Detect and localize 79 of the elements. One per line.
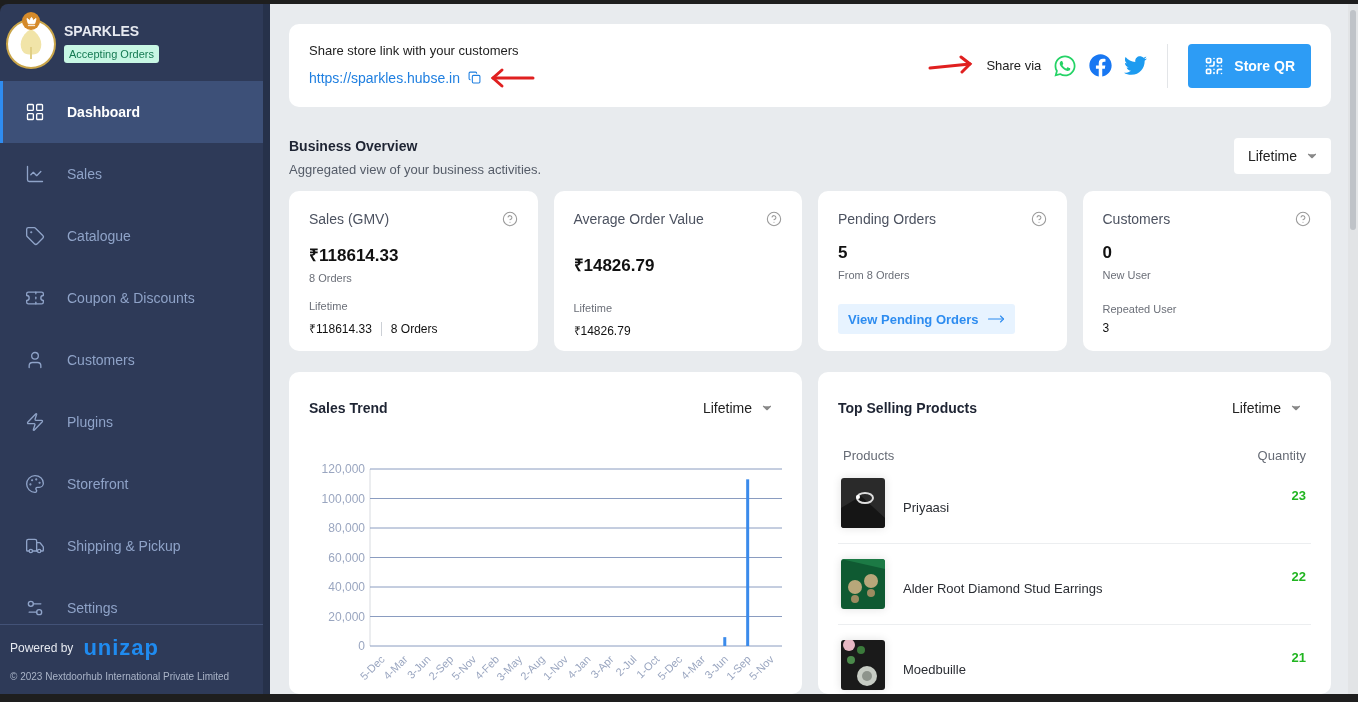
stat-footer-label: Lifetime [309, 300, 349, 312]
card-title: Top Selling Products [838, 400, 977, 416]
axis-label: 20,000 [328, 609, 365, 624]
truck-icon [25, 536, 45, 556]
stat-value: ₹118614.33 [309, 245, 400, 266]
axis-label: 40,000 [328, 580, 365, 594]
palette-icon [25, 474, 45, 494]
stat-title: Pending Orders [838, 211, 937, 227]
section-title: Business Overview [289, 138, 419, 154]
axis-label: 120,000 [321, 462, 365, 476]
stat-value: 5 [838, 243, 849, 263]
sidebar-item[interactable]: Shipping & Pickup [0, 515, 263, 577]
axis-label: 60,000 [328, 550, 365, 565]
card-title: Sales Trend [309, 400, 388, 416]
facebook-icon[interactable] [1089, 54, 1113, 77]
tag-icon [25, 226, 45, 246]
line-chart-icon [25, 164, 45, 184]
view-pending-orders-button[interactable]: View Pending Orders [838, 304, 1015, 334]
brand-logo: unizap [83, 637, 160, 659]
axis-label: 0 [358, 639, 365, 653]
stat-note: 8 Orders [309, 272, 353, 284]
sidebar-item[interactable]: Plugins [0, 391, 263, 453]
stat-title: Average Order Value [573, 211, 704, 227]
stat-value: 0 [1102, 243, 1113, 263]
qr-code-icon [1204, 55, 1225, 76]
stat-title: Customers [1102, 211, 1171, 227]
sidebar-item[interactable]: Sales [0, 143, 263, 205]
help-icon[interactable] [766, 211, 782, 227]
stat-footer-label: Repeated User [1102, 303, 1178, 315]
stat-footer-value: 8 Orders [390, 321, 438, 336]
powered-by-label: Powered by [10, 641, 74, 655]
product-quantity: 22 [1291, 569, 1306, 584]
period-dropdown[interactable]: Lifetime [1233, 138, 1331, 174]
sidebar-item[interactable]: Catalogue [0, 205, 263, 267]
stat-note: From 8 Orders [838, 269, 911, 281]
copy-icon[interactable] [468, 71, 481, 84]
sidebar-item[interactable]: Customers [0, 329, 263, 391]
product-name: Moedbuille [903, 660, 967, 677]
share-title: Share store link with your customers [309, 42, 520, 58]
lightning-icon [25, 412, 45, 432]
store-link[interactable]: https://sparkles.hubse.in [309, 69, 460, 86]
whatsapp-icon[interactable] [1053, 53, 1078, 78]
twitter-icon[interactable] [1124, 54, 1148, 77]
period-dropdown[interactable]: Lifetime [688, 390, 782, 426]
product-quantity: 21 [1291, 650, 1306, 665]
stat-footer-label: Lifetime [573, 302, 614, 314]
stat-note: New User [1102, 269, 1152, 281]
section-subtitle: Aggregated view of your business activities. [289, 162, 542, 177]
dashboard-icon [25, 102, 45, 122]
chart-bar [723, 637, 727, 646]
axis-label: 100,000 [321, 491, 365, 506]
stat-value: ₹14826.79 [573, 255, 656, 276]
product-quantity: 23 [1291, 488, 1306, 503]
column-header: Quantity [1257, 448, 1306, 463]
status-badge: Accepting Orders [64, 45, 159, 63]
axis-label: 80,000 [328, 521, 365, 535]
help-icon[interactable] [1295, 211, 1311, 227]
column-header: Products [843, 448, 895, 463]
sidebar-item[interactable]: Storefront [0, 453, 263, 515]
stat-footer-value: ₹14826.79 [573, 323, 632, 339]
product-name: Alder Root Diamond Stud Earrings [903, 579, 1104, 596]
stat-footer-value: ₹118614.33 [309, 321, 372, 337]
sidebar-item[interactable]: Coupon & Discounts [0, 267, 263, 329]
store-qr-button[interactable]: Store QR [1188, 43, 1311, 88]
share-via-label: Share via [986, 58, 1042, 73]
help-icon[interactable] [1030, 211, 1047, 227]
settings-icon [25, 598, 45, 618]
product-name: Priyaasi [903, 498, 951, 515]
sidebar-item[interactable]: Dashboard [0, 81, 263, 143]
copyright-text: © 2023 Nextdoorhub International Private Limited [10, 671, 231, 682]
stat-footer-value: 3 [1102, 321, 1111, 335]
sidebar-scrollbar[interactable] [263, 4, 270, 694]
period-dropdown[interactable]: Lifetime [1217, 390, 1311, 426]
stat-title: Sales (GMV) [309, 211, 390, 227]
store-name: SPARKLES [64, 23, 141, 39]
annotation-arrow-drawing [489, 66, 537, 89]
sidebar-item[interactable]: Settings [0, 577, 263, 624]
help-icon[interactable] [501, 211, 518, 227]
scrollbar[interactable] [1348, 4, 1358, 694]
